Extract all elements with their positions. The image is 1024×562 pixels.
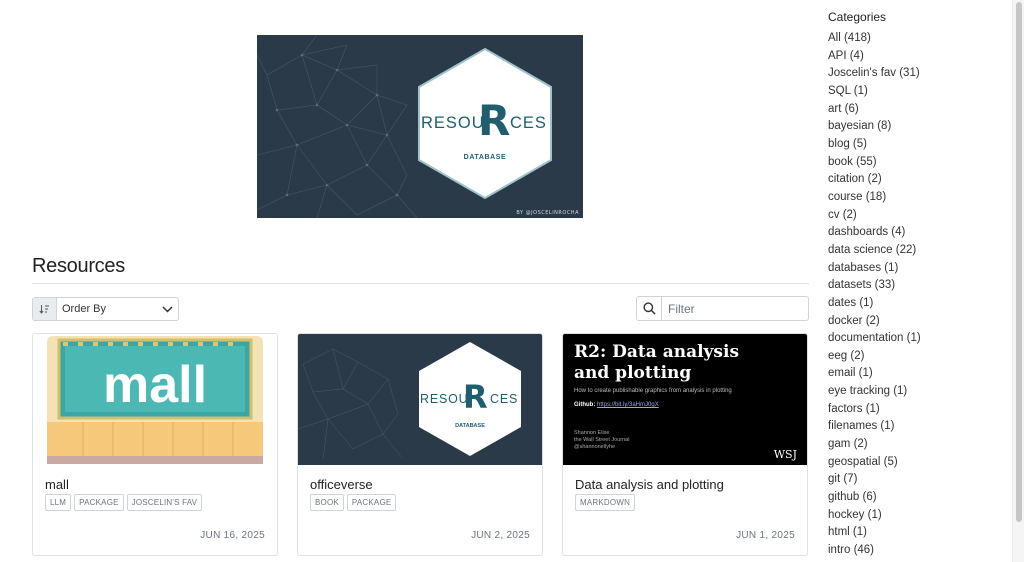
card-thumbnail: RESOU R CES DATABASE: [298, 334, 542, 465]
svg-text:RESOU: RESOU: [421, 114, 485, 132]
category-item[interactable]: SQL (1): [828, 83, 998, 101]
category-item[interactable]: data science (22): [828, 242, 998, 260]
category-item[interactable]: docker (2): [828, 313, 998, 331]
wsj-logo: WSJ: [773, 448, 797, 461]
hero-byline: BY @JOSCELINROCHA: [516, 210, 579, 216]
category-item[interactable]: filenames (1): [828, 418, 998, 436]
resource-card-data-analysis[interactable]: R2: Data analysis and plotting How to cr…: [562, 333, 808, 556]
resource-card-officeverse[interactable]: RESOU R CES DATABASE officeverse BOOK PA…: [297, 333, 543, 556]
svg-text:R: R: [463, 378, 488, 416]
resource-card-mall[interactable]: mall mall LLM PACKAGE JOSCELIN'S FAV JUN…: [32, 333, 278, 556]
category-item[interactable]: datasets (33): [828, 277, 998, 295]
card-date: JUN 2, 2025: [471, 530, 530, 541]
page-title: Resources: [32, 255, 125, 277]
sort-icon: [33, 298, 57, 320]
officeverse-logo: RESOU R CES DATABASE: [416, 340, 524, 463]
category-item[interactable]: documentation (1): [828, 330, 998, 348]
category-item[interactable]: intro (46): [828, 542, 998, 560]
card-title[interactable]: mall: [45, 477, 69, 492]
svg-text:RESOU: RESOU: [420, 392, 468, 406]
tag[interactable]: BOOK: [310, 494, 344, 511]
category-item[interactable]: hockey (1): [828, 507, 998, 525]
svg-text:DATABASE: DATABASE: [455, 423, 485, 429]
card-date: JUN 16, 2025: [200, 530, 265, 541]
scrollbar-thumb[interactable]: [1016, 2, 1022, 522]
category-item[interactable]: course (18): [828, 189, 998, 207]
card-thumbnail: mall: [33, 334, 277, 465]
thumb-github: Github: https://bit.ly/3aHmJ0gX: [574, 402, 659, 408]
category-item[interactable]: eeg (2): [828, 348, 998, 366]
tag[interactable]: JOSCELIN'S FAV: [126, 494, 203, 511]
svg-text:CES: CES: [490, 392, 518, 406]
chevron-down-icon: [156, 305, 178, 313]
category-item[interactable]: dashboards (4): [828, 224, 998, 242]
category-item[interactable]: gam (2): [828, 436, 998, 454]
categories-sidebar: Categories All (418) API (4) Joscelin's fa…: [828, 10, 998, 560]
tag[interactable]: LLM: [45, 494, 72, 511]
thumb-subtitle: How to create publishable graphics from …: [574, 388, 732, 394]
svg-text:R: R: [478, 96, 510, 145]
category-item[interactable]: art (6): [828, 101, 998, 119]
category-item[interactable]: bayesian (8): [828, 118, 998, 136]
card-tags: BOOK PACKAGE: [310, 494, 397, 511]
category-item[interactable]: dates (1): [828, 295, 998, 313]
category-item[interactable]: cv (2): [828, 207, 998, 225]
category-item[interactable]: factors (1): [828, 401, 998, 419]
card-tags: LLM PACKAGE JOSCELIN'S FAV: [45, 494, 203, 511]
svg-text:mall: mall: [103, 356, 207, 414]
tag[interactable]: MARKDOWN: [575, 494, 636, 511]
category-item[interactable]: email (1): [828, 365, 998, 383]
search-icon: [637, 297, 662, 320]
category-item[interactable]: All (418): [828, 30, 998, 48]
category-item[interactable]: git (7): [828, 471, 998, 489]
categories-title: Categories: [828, 10, 887, 24]
tag[interactable]: PACKAGE: [74, 494, 124, 511]
card-title[interactable]: Data analysis and plotting: [575, 477, 724, 492]
filter-box: [636, 296, 809, 321]
order-by-select[interactable]: Order By: [32, 297, 179, 321]
card-title[interactable]: officeverse: [310, 477, 373, 492]
card-tags: MARKDOWN: [575, 494, 636, 511]
filter-input[interactable]: [662, 301, 802, 316]
category-item[interactable]: citation (2): [828, 171, 998, 189]
card-date: JUN 1, 2025: [736, 530, 795, 541]
svg-text:DATABASE: DATABASE: [464, 154, 507, 161]
category-item[interactable]: eye tracking (1): [828, 383, 998, 401]
category-item[interactable]: geospatial (5): [828, 454, 998, 472]
thumb-footer: Shannon Elise the Wall Street Journal @s…: [574, 430, 630, 450]
category-item[interactable]: Joscelin's fav (31): [828, 65, 998, 83]
category-item[interactable]: API (4): [828, 48, 998, 66]
category-item[interactable]: html (1): [828, 524, 998, 542]
category-item[interactable]: databases (1): [828, 260, 998, 278]
category-item[interactable]: blog (5): [828, 136, 998, 154]
hero-banner: RESOU R CES DATABASE BY @JOSCELINROCHA: [257, 35, 583, 218]
category-item[interactable]: book (55): [828, 154, 998, 172]
page-scrollbar[interactable]: [1012, 0, 1024, 562]
tag[interactable]: PACKAGE: [346, 494, 397, 511]
svg-text:CES: CES: [510, 114, 547, 132]
category-list: All (418) API (4) Joscelin's fav (31) SQL (…: [828, 30, 998, 560]
title-divider: [32, 283, 809, 284]
category-item[interactable]: github (6): [828, 489, 998, 507]
thumb-heading: R2: Data analysis and plotting: [574, 342, 740, 383]
card-thumbnail: R2: Data analysis and plotting How to cr…: [563, 334, 807, 465]
order-by-label: Order By: [62, 303, 107, 315]
